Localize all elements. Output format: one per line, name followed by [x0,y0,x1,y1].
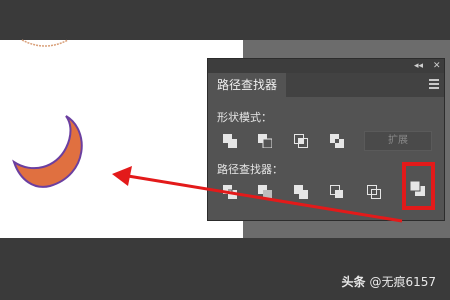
annotation-arrow [112,166,403,223]
watermark: 头条 @无痕6157 [341,273,436,290]
watermark-user: @无痕6157 [369,275,436,289]
watermark-platform: 头条 [341,275,366,289]
